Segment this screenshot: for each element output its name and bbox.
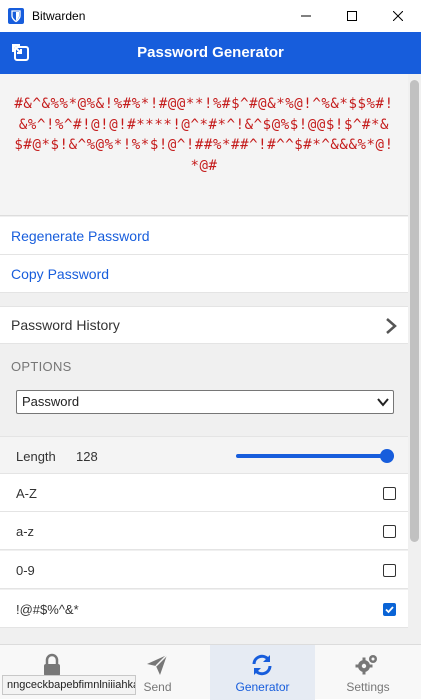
copy-password-button[interactable]: Copy Password (0, 255, 408, 293)
minimize-button[interactable] (283, 0, 329, 32)
special-label: !@#$%^&* (16, 602, 79, 617)
close-icon (393, 11, 403, 21)
scrollbar[interactable] (408, 74, 421, 644)
uppercase-checkbox[interactable] (383, 487, 396, 500)
length-slider-thumb[interactable] (380, 449, 394, 463)
checkmark-icon (385, 606, 394, 614)
window-title: Bitwarden (32, 9, 86, 23)
lowercase-label: a-z (16, 524, 35, 539)
uppercase-label: A-Z (16, 486, 37, 501)
generated-password-box: #&^&%%*@%&!%#%*!#@@**!%#$^#@&*%@!^%&*$$%… (0, 74, 408, 216)
app-header: Password Generator (0, 32, 421, 74)
password-history-row[interactable]: Password History (0, 306, 408, 344)
maximize-button[interactable] (329, 0, 375, 32)
bitwarden-logo-icon (8, 8, 24, 24)
paper-plane-icon (147, 654, 168, 675)
regenerate-password-label: Regenerate Password (11, 227, 150, 244)
lowercase-checkbox[interactable] (383, 525, 396, 538)
gears-icon (355, 655, 377, 675)
tab-generator-label: Generator (235, 680, 290, 694)
chevron-down-icon (377, 398, 389, 407)
option-lowercase-row[interactable]: a-z (0, 512, 408, 550)
regenerate-password-button[interactable]: Regenerate Password (0, 217, 408, 255)
scrollbar-thumb[interactable] (410, 80, 419, 542)
special-checkbox[interactable] (383, 603, 396, 616)
length-value: 128 (76, 449, 98, 464)
minimize-icon (301, 15, 311, 17)
refresh-icon (252, 654, 272, 676)
generated-password[interactable]: #&^&%%*@%&!%#%*!#@@**!%#$^#@&*%@!^%&*$$%… (10, 94, 398, 176)
page-title: Password Generator (137, 44, 284, 61)
generator-content: #&^&%%*@%&!%#%*!#@@**!%#$^#@&*%@!^%&*$$%… (0, 74, 408, 644)
copy-password-label: Copy Password (11, 265, 110, 282)
tab-settings-label: Settings (346, 680, 390, 694)
option-special-row[interactable]: !@#$%^&* (0, 590, 408, 628)
password-type-value: Password (22, 394, 80, 409)
close-window-button[interactable] (375, 0, 421, 32)
length-label: Length (16, 449, 56, 464)
password-history-label: Password History (11, 317, 120, 333)
status-tooltip: nngceckbapebfimnlniiiahkandclblb (2, 675, 136, 695)
numbers-checkbox[interactable] (383, 564, 396, 577)
numbers-label: 0-9 (16, 563, 35, 578)
lock-icon (44, 653, 60, 676)
maximize-icon (347, 11, 357, 21)
length-row: Length 128 (0, 436, 408, 474)
chevron-right-icon (386, 318, 397, 334)
password-type-select[interactable]: Password (16, 390, 394, 414)
options-section-label: OPTIONS (11, 359, 72, 374)
length-slider[interactable] (236, 454, 394, 458)
option-uppercase-row[interactable]: A-Z (0, 474, 408, 512)
window-titlebar: Bitwarden (0, 0, 421, 32)
tab-generator[interactable]: Generator (210, 645, 315, 700)
option-numbers-row[interactable]: 0-9 (0, 551, 408, 589)
tab-settings[interactable]: Settings (315, 645, 421, 700)
